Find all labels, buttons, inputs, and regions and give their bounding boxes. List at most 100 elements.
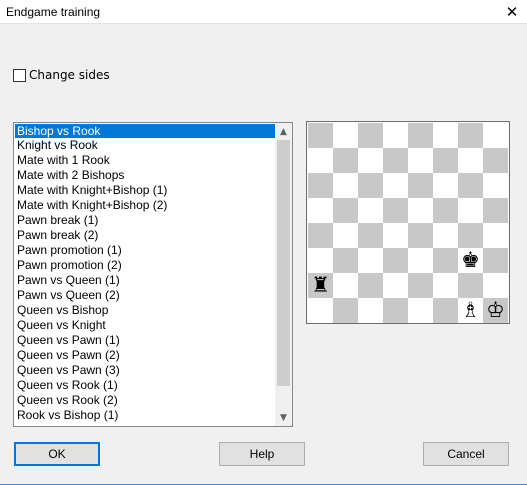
cancel-button[interactable]: Cancel <box>423 442 509 466</box>
square-c4 <box>358 223 383 248</box>
square-h7 <box>483 148 508 173</box>
square-c6 <box>358 173 383 198</box>
close-icon: ✕ <box>505 3 519 21</box>
square-a6 <box>308 173 333 198</box>
square-g7 <box>458 148 483 173</box>
square-a7 <box>308 148 333 173</box>
help-button[interactable]: Help <box>219 442 305 466</box>
list-item[interactable]: Queen vs Bishop <box>14 303 276 318</box>
square-f2 <box>433 273 458 298</box>
list-item[interactable]: Mate with 1 Rook <box>14 153 276 168</box>
list-item[interactable]: Queen vs Pawn (1) <box>14 333 276 348</box>
square-b2 <box>333 273 358 298</box>
window-title: Endgame training <box>6 5 101 19</box>
chessboard: ♚ ♜ ♗ ♔ <box>308 123 508 323</box>
square-d1 <box>383 298 408 323</box>
square-c3 <box>358 248 383 273</box>
square-a3 <box>308 248 333 273</box>
square-b7 <box>333 148 358 173</box>
square-c5 <box>358 198 383 223</box>
square-d4 <box>383 223 408 248</box>
chevron-down-icon: ▼ <box>280 412 287 423</box>
list-item[interactable]: Queen vs Knight <box>14 318 276 333</box>
square-b3 <box>333 248 358 273</box>
square-c8 <box>358 123 383 148</box>
list-item[interactable]: Knight vs Rook <box>14 138 276 153</box>
square-f5 <box>433 198 458 223</box>
square-e2 <box>408 273 433 298</box>
title-bar: Endgame training ✕ <box>0 0 527 24</box>
square-e3 <box>408 248 433 273</box>
square-c2 <box>358 273 383 298</box>
square-h3 <box>483 248 508 273</box>
square-f1 <box>433 298 458 323</box>
list-item[interactable]: Pawn break (2) <box>14 228 276 243</box>
square-a5 <box>308 198 333 223</box>
square-g1: ♗ <box>458 298 483 323</box>
square-a8 <box>308 123 333 148</box>
scroll-up-button[interactable]: ▲ <box>275 123 292 140</box>
list-item[interactable]: Pawn promotion (2) <box>14 258 276 273</box>
ok-button[interactable]: OK <box>14 442 100 466</box>
square-d7 <box>383 148 408 173</box>
chessboard-preview: ♚ ♜ ♗ ♔ <box>306 121 510 324</box>
square-d3 <box>383 248 408 273</box>
list-item[interactable]: Rook vs Bishop (1) <box>14 408 276 423</box>
square-b4 <box>333 223 358 248</box>
square-f7 <box>433 148 458 173</box>
list-item[interactable]: Mate with Knight+Bishop (1) <box>14 183 276 198</box>
square-g8 <box>458 123 483 148</box>
square-d6 <box>383 173 408 198</box>
list-item[interactable]: Pawn vs Queen (2) <box>14 288 276 303</box>
square-a1 <box>308 298 333 323</box>
square-b8 <box>333 123 358 148</box>
square-e6 <box>408 173 433 198</box>
list-item[interactable]: Queen vs Rook (2) <box>14 393 276 408</box>
black-king-icon: ♚ <box>461 248 480 272</box>
list-item[interactable]: Queen vs Rook (1) <box>14 378 276 393</box>
square-e1 <box>408 298 433 323</box>
square-d5 <box>383 198 408 223</box>
scroll-thumb[interactable] <box>277 140 290 386</box>
square-e4 <box>408 223 433 248</box>
square-c7 <box>358 148 383 173</box>
change-sides-option[interactable]: Change sides <box>13 67 110 83</box>
square-e7 <box>408 148 433 173</box>
square-d2 <box>383 273 408 298</box>
square-e5 <box>408 198 433 223</box>
square-g4 <box>458 223 483 248</box>
white-king-icon: ♔ <box>486 298 505 322</box>
black-rook-icon: ♜ <box>311 273 330 297</box>
square-a4 <box>308 223 333 248</box>
change-sides-label: Change sides <box>29 68 110 82</box>
square-f8 <box>433 123 458 148</box>
square-g2 <box>458 273 483 298</box>
chevron-up-icon: ▲ <box>280 126 287 137</box>
square-g3: ♚ <box>458 248 483 273</box>
square-d8 <box>383 123 408 148</box>
endgame-list[interactable]: Bishop vs Rook Knight vs Rook Mate with 1 … <box>13 122 293 427</box>
square-h1: ♔ <box>483 298 508 323</box>
list-item[interactable]: Bishop vs Rook <box>15 124 275 138</box>
change-sides-checkbox[interactable] <box>13 68 26 82</box>
list-item[interactable]: Queen vs Pawn (3) <box>14 363 276 378</box>
square-e8 <box>408 123 433 148</box>
list-item[interactable]: Mate with 2 Bishops <box>14 168 276 183</box>
square-h5 <box>483 198 508 223</box>
list-item[interactable]: Pawn vs Queen (1) <box>14 273 276 288</box>
list-scrollbar[interactable]: ▲ ▼ <box>275 123 292 426</box>
square-b1 <box>333 298 358 323</box>
list-item[interactable]: Queen vs Pawn (2) <box>14 348 276 363</box>
square-f4 <box>433 223 458 248</box>
square-h6 <box>483 173 508 198</box>
list-item[interactable]: Mate with Knight+Bishop (2) <box>14 198 276 213</box>
scroll-down-button[interactable]: ▼ <box>275 409 292 426</box>
square-b6 <box>333 173 358 198</box>
square-h4 <box>483 223 508 248</box>
list-item[interactable]: Pawn promotion (1) <box>14 243 276 258</box>
square-f6 <box>433 173 458 198</box>
square-g6 <box>458 173 483 198</box>
close-button[interactable]: ✕ <box>497 0 527 24</box>
square-g5 <box>458 198 483 223</box>
list-item[interactable]: Pawn break (1) <box>14 213 276 228</box>
